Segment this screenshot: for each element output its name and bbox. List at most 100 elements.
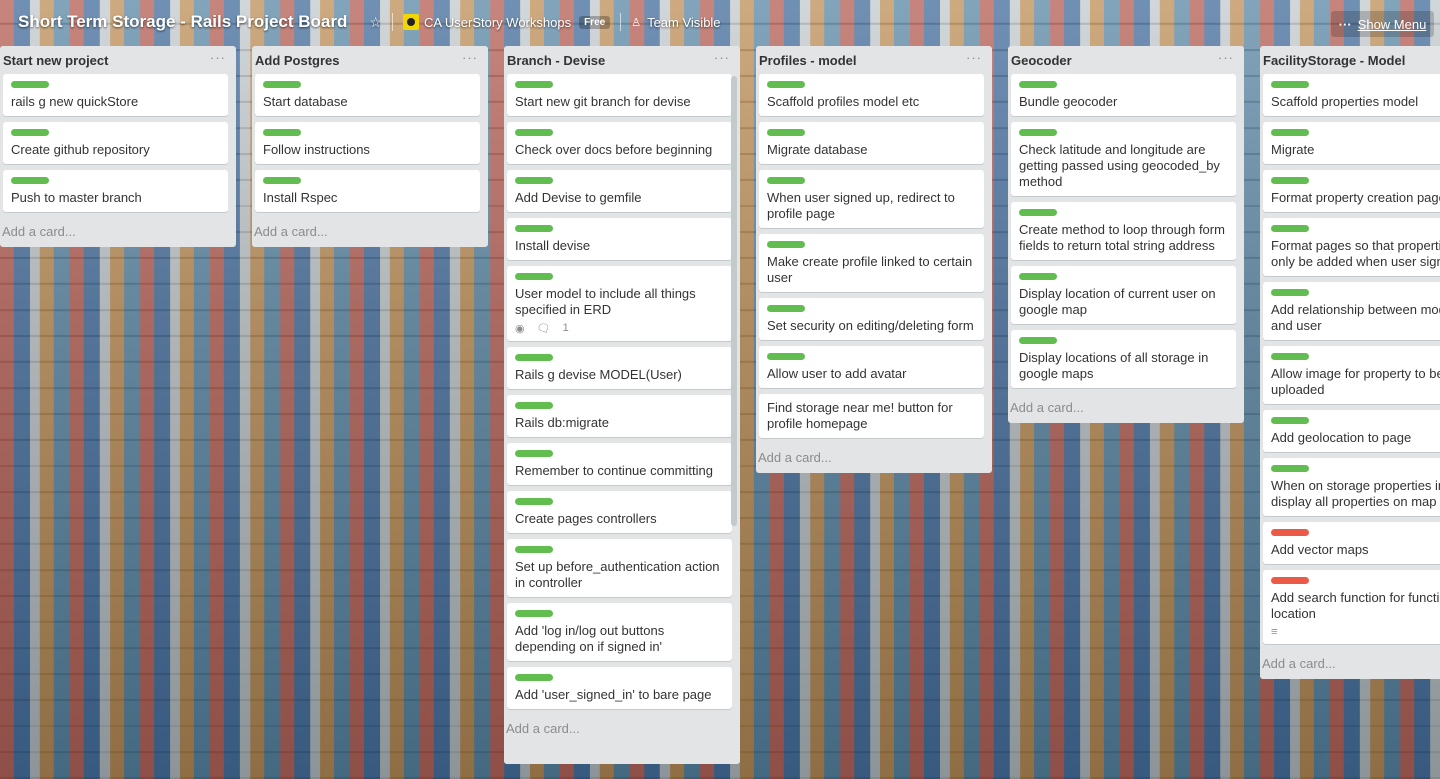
card-title: Format pages so that properties can only…	[1271, 238, 1440, 269]
card[interactable]: When on storage properties index display…	[1263, 458, 1440, 516]
card-title: Install Rspec	[263, 190, 338, 205]
card[interactable]: Allow image for property to be uploaded	[1263, 346, 1440, 404]
card-title: Follow instructions	[263, 142, 370, 157]
card[interactable]: Follow instructions	[255, 122, 480, 164]
green-label	[515, 225, 553, 232]
green-label	[1271, 81, 1309, 88]
team-logo-icon	[402, 14, 419, 30]
card[interactable]: Allow user to add avatar	[759, 346, 984, 388]
card-badges: ≡	[1271, 626, 1440, 638]
card-title: Rails db:migrate	[515, 415, 609, 430]
card[interactable]: Install devise	[507, 218, 732, 260]
list-menu-icon[interactable]: ···	[210, 50, 226, 65]
list-title[interactable]: Branch - Devise	[507, 53, 605, 68]
header-divider	[620, 13, 622, 31]
add-card-button[interactable]: Add a card...	[504, 715, 740, 744]
card[interactable]: rails g new quickStore	[3, 74, 228, 116]
green-label	[515, 546, 553, 553]
card-badges: ◉ 🗨︎ 1	[515, 322, 724, 335]
green-label	[515, 129, 553, 136]
card[interactable]: Find storage near me! button for profile…	[759, 394, 984, 438]
list-title[interactable]: Profiles - model	[759, 53, 857, 68]
card[interactable]: Rails g devise MODEL(User)	[507, 347, 732, 389]
card[interactable]: Add 'log in/log out buttons depending on…	[507, 603, 732, 661]
list-menu-icon[interactable]: ···	[714, 50, 730, 65]
card[interactable]: Set security on editing/deleting form	[759, 298, 984, 340]
header-divider	[391, 13, 393, 31]
card[interactable]: Migrate database	[759, 122, 984, 164]
card[interactable]: Rails db:migrate	[507, 395, 732, 437]
add-card-button[interactable]: Add a card...	[252, 218, 488, 247]
list-title[interactable]: Add Postgres	[255, 53, 340, 68]
card-list: rails g new quickStore Create github repo…	[0, 74, 236, 212]
list-menu-icon[interactable]: ···	[462, 50, 478, 65]
add-card-button[interactable]: Add a card...	[756, 444, 992, 473]
card-list: Start database Follow instructions Install…	[252, 74, 488, 212]
board-title[interactable]: Short Term Storage - Rails Project Board	[14, 10, 351, 34]
card[interactable]: Add 'user_signed_in' to bare page	[507, 667, 732, 709]
card[interactable]: Display locations of all storage in goog…	[1011, 330, 1236, 388]
card-title: Add relationship between models and user	[1271, 302, 1440, 333]
star-icon[interactable]: ☆	[369, 14, 382, 31]
card[interactable]: Add relationship between models and user	[1263, 282, 1440, 340]
red-label	[1271, 577, 1309, 584]
visibility-button[interactable]: Team Visible	[647, 15, 720, 30]
list-title[interactable]: FacilityStorage - Model	[1263, 53, 1405, 68]
list-menu-icon[interactable]: ···	[966, 50, 982, 65]
card[interactable]: Start new git branch for devise	[507, 74, 732, 116]
card[interactable]: Remember to continue committing	[507, 443, 732, 485]
card[interactable]: Add search function for function locatio…	[1263, 570, 1440, 644]
card[interactable]: Scaffold profiles model etc	[759, 74, 984, 116]
board-header: Short Term Storage - Rails Project Board…	[0, 0, 1440, 44]
card[interactable]: Check over docs before beginning	[507, 122, 732, 164]
card-title: Scaffold properties model	[1271, 94, 1419, 109]
card[interactable]: Make create profile linked to certain us…	[759, 234, 984, 292]
card[interactable]: Format pages so that properties can only…	[1263, 218, 1440, 276]
card-title: Set up before_authentication action in c…	[515, 559, 720, 590]
card-title: Add Devise to gemfile	[515, 190, 642, 205]
card[interactable]: Install Rspec	[255, 170, 480, 212]
green-label	[767, 129, 805, 136]
card[interactable]: Create method to loop through form field…	[1011, 202, 1236, 260]
card[interactable]: Migrate	[1263, 122, 1440, 164]
card[interactable]: When user signed up, redirect to profile…	[759, 170, 984, 228]
team-visibility-icon: ♙	[631, 16, 642, 29]
card[interactable]: Add vector maps	[1263, 522, 1440, 564]
card-title: Add 'log in/log out buttons depending on…	[515, 623, 665, 654]
card[interactable]: Check latitude and longitude are getting…	[1011, 122, 1236, 196]
card[interactable]: User model to include all things specifi…	[507, 266, 732, 341]
card[interactable]: Add Devise to gemfile	[507, 170, 732, 212]
team-name-link[interactable]: CA UserStory Workshops	[424, 15, 571, 30]
card[interactable]: Set up before_authentication action in c…	[507, 539, 732, 597]
add-card-button[interactable]: Add a card...	[0, 218, 236, 247]
green-label	[263, 177, 301, 184]
card-title: rails g new quickStore	[11, 94, 139, 109]
list-menu-icon[interactable]: ···	[1218, 50, 1234, 65]
card-title: Add 'user_signed_in' to bare page	[515, 687, 712, 702]
card[interactable]: Format property creation page	[1263, 170, 1440, 212]
card[interactable]: Add geolocation to page	[1263, 410, 1440, 452]
green-label	[1271, 353, 1309, 360]
green-label	[515, 81, 553, 88]
green-label	[1019, 81, 1057, 88]
list-title[interactable]: Start new project	[3, 53, 108, 68]
list-column: FacilityStorage - Model··· Scaffold prope…	[1260, 46, 1440, 679]
card[interactable]: Display location of current user on goog…	[1011, 266, 1236, 324]
card[interactable]: Create github repository	[3, 122, 228, 164]
list-scrollbar[interactable]	[731, 76, 737, 526]
card[interactable]: Create pages controllers	[507, 491, 732, 533]
list-title[interactable]: Geocoder	[1011, 53, 1072, 68]
card[interactable]: Start database	[255, 74, 480, 116]
card-title: Bundle geocoder	[1019, 94, 1118, 109]
list-header: FacilityStorage - Model···	[1260, 46, 1440, 74]
card[interactable]: Push to master branch	[3, 170, 228, 212]
add-card-button[interactable]: Add a card...	[1008, 394, 1244, 423]
card-title: Check latitude and longitude are getting…	[1019, 142, 1220, 189]
show-menu-button[interactable]: ··· Show Menu	[1331, 11, 1434, 37]
card[interactable]: Scaffold properties model	[1263, 74, 1440, 116]
green-label	[515, 354, 553, 361]
card[interactable]: Bundle geocoder	[1011, 74, 1236, 116]
card-title: Display location of current user on goog…	[1019, 286, 1216, 317]
add-card-button[interactable]: Add a card...	[1260, 650, 1440, 679]
card-title: Add vector maps	[1271, 542, 1369, 557]
